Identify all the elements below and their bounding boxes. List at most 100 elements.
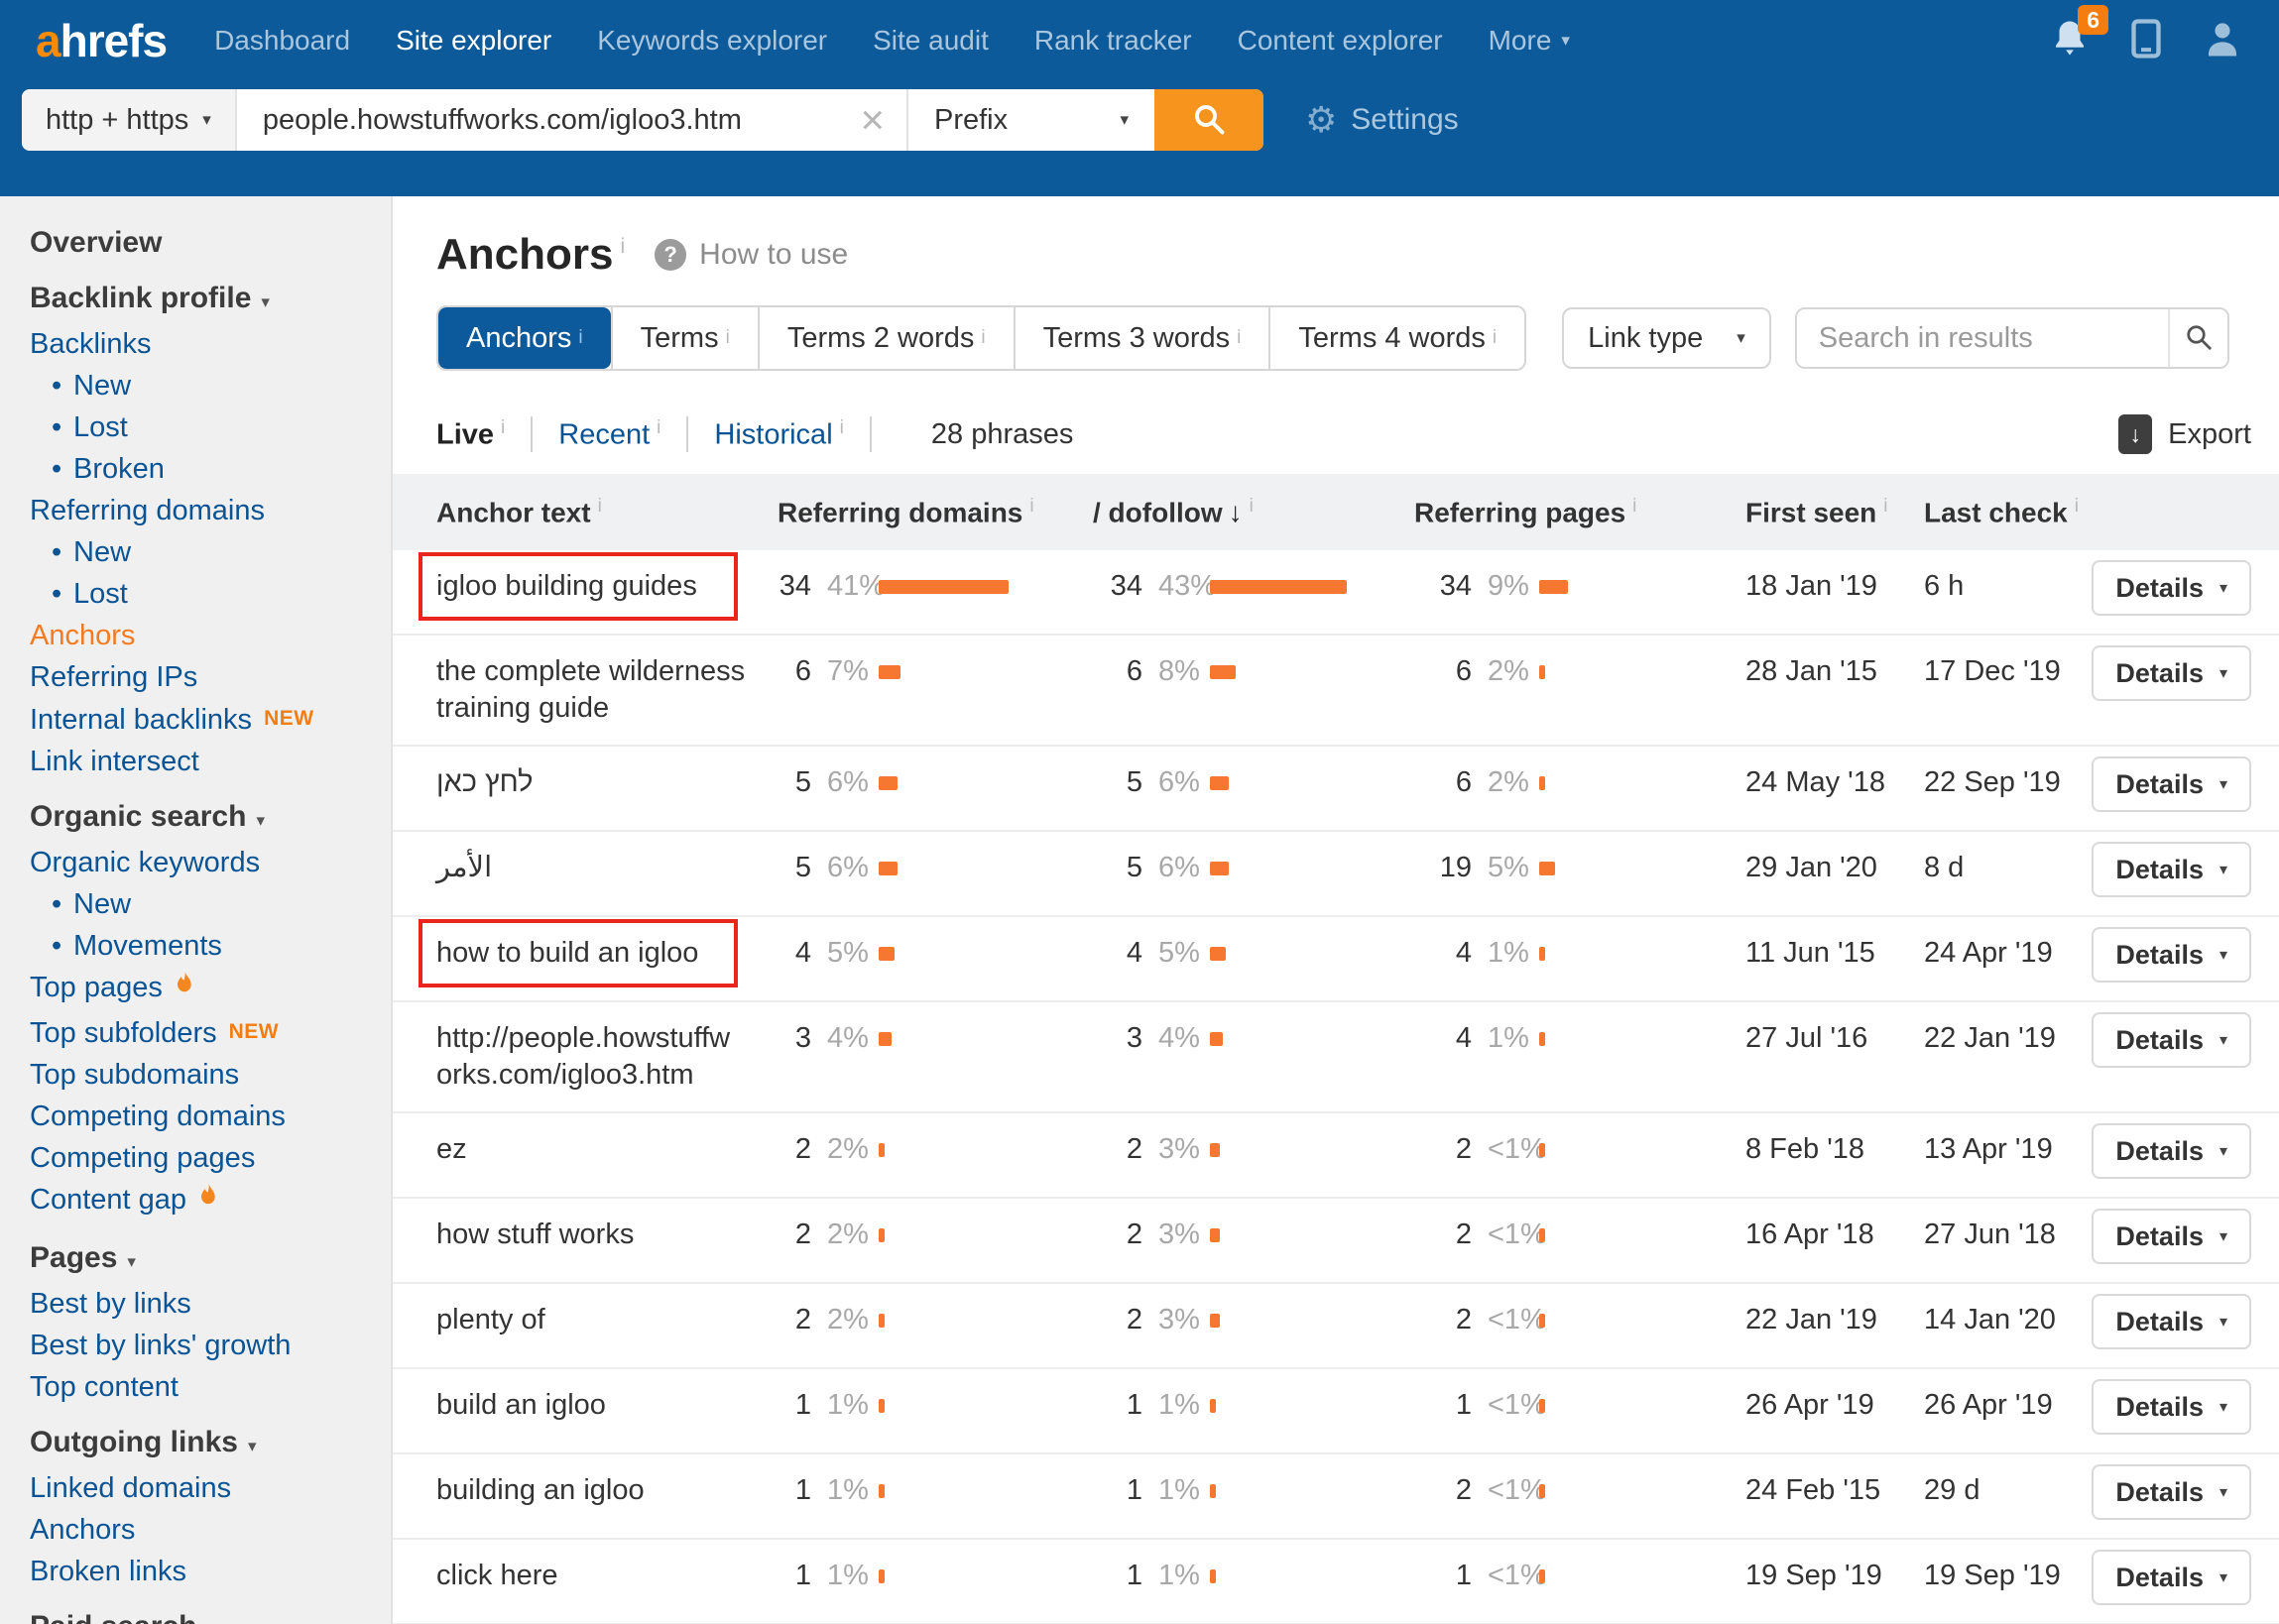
referring-pages-bar <box>1539 1399 1545 1414</box>
protocol-mode-dropdown[interactable]: http + https ▾ <box>22 89 237 151</box>
details-button[interactable]: Details ▾ <box>2092 1379 2251 1436</box>
sidebar-item-competing-pages[interactable]: Competing pages <box>30 1137 391 1179</box>
anchor-text-cell[interactable]: build an igloo <box>436 1387 764 1424</box>
sidebar-item-organic-keywords[interactable]: Organic keywords <box>30 842 391 883</box>
details-label: Details <box>2115 768 2204 799</box>
details-button[interactable]: Details ▾ <box>2092 927 2251 984</box>
how-to-use-link[interactable]: ? How to use <box>655 238 848 272</box>
search-in-results-input[interactable] <box>1796 309 2168 367</box>
sidebar-item-content-gap[interactable]: Content gap <box>30 1179 391 1223</box>
sidebar-item-top-subdomains[interactable]: Top subdomains <box>30 1054 391 1096</box>
sidebar-item-new[interactable]: New <box>30 883 391 925</box>
anchor-text-cell[interactable]: igloo building guides <box>419 552 764 622</box>
ahrefs-logo[interactable]: ahrefs <box>36 14 168 67</box>
sidebar-item-anchors[interactable]: Anchors <box>30 615 391 656</box>
sidebar-item-competing-domains[interactable]: Competing domains <box>30 1096 391 1137</box>
sidebar-item-overview[interactable]: Overview <box>30 222 391 264</box>
tab-terms-3-words[interactable]: Terms 3 words i <box>1013 307 1269 369</box>
scope-dropdown[interactable]: Prefix ▾ <box>906 89 1154 151</box>
sidebar-item-top-pages[interactable]: Top pages <box>30 967 391 1011</box>
nav-item-rank-tracker[interactable]: Rank tracker <box>1034 25 1192 57</box>
tab-terms-4-words[interactable]: Terms 4 words i <box>1268 307 1524 369</box>
anchor-text-cell[interactable]: building an igloo <box>436 1472 764 1509</box>
details-button[interactable]: Details ▾ <box>2092 1294 2251 1350</box>
sidebar-item-best-by-links-growth[interactable]: Best by links' growth <box>30 1325 391 1366</box>
referring-domains-count: 2 <box>794 1133 811 1166</box>
search-button[interactable] <box>1154 89 1263 151</box>
clear-icon[interactable]: × <box>838 99 906 141</box>
view-live[interactable]: Live i <box>436 417 505 452</box>
nav-item-site-audit[interactable]: Site audit <box>873 25 989 57</box>
details-button[interactable]: Details ▾ <box>2092 1123 2251 1180</box>
sidebar-item-referring-ips[interactable]: Referring IPs <box>30 656 391 698</box>
sidebar-item-linked-domains[interactable]: Linked domains <box>30 1467 391 1509</box>
referring-domains-percent: 4% <box>827 1022 869 1055</box>
device-button[interactable] <box>2126 16 2166 66</box>
results-search-button[interactable] <box>2167 309 2227 367</box>
sidebar-item-movements[interactable]: Movements <box>30 925 391 967</box>
column-anchor-text[interactable]: Anchor text i <box>436 496 764 528</box>
sidebar-item-broken[interactable]: Broken <box>30 448 391 490</box>
nav-item-site-explorer[interactable]: Site explorer <box>396 25 551 57</box>
sidebar-item-link-intersect[interactable]: Link intersect <box>30 741 391 782</box>
details-button[interactable]: Details ▾ <box>2092 1012 2251 1069</box>
sidebar-item-broken-links[interactable]: Broken links <box>30 1551 391 1592</box>
details-button[interactable]: Details ▾ <box>2092 1550 2251 1606</box>
view-historical[interactable]: Historical i <box>714 417 843 452</box>
sidebar-item-lost[interactable]: Lost <box>30 406 391 448</box>
column-dofollow[interactable]: / dofollow ↓ i <box>1051 496 1388 528</box>
details-button[interactable]: Details ▾ <box>2092 645 2251 702</box>
nav-item-more[interactable]: More ▾ <box>1489 25 1570 57</box>
target-url-input[interactable] <box>236 103 839 137</box>
sidebar-item-backlink-profile[interactable]: Backlink profile ▾ <box>30 278 391 323</box>
details-button[interactable]: Details ▾ <box>2092 1464 2251 1521</box>
sidebar-item-label: Broken <box>73 453 165 485</box>
sidebar-item-paid-search[interactable]: Paid search▾ <box>30 1606 391 1624</box>
page-title: Anchors i <box>436 230 626 279</box>
view-recent[interactable]: Recent i <box>558 417 660 452</box>
sidebar-item-internal-backlinks[interactable]: Internal backlinks NEW <box>30 698 391 741</box>
settings-button[interactable]: ⚙ Settings <box>1305 102 1459 138</box>
sidebar-item-label: Outgoing links <box>30 1426 238 1458</box>
tab-terms[interactable]: Terms i <box>610 307 758 369</box>
account-button[interactable] <box>2202 16 2243 66</box>
sidebar-item-outgoing-links[interactable]: Outgoing links ▾ <box>30 1422 391 1467</box>
details-button[interactable]: Details ▾ <box>2092 842 2251 898</box>
column-referring-domains[interactable]: Referring domains i <box>764 496 1051 528</box>
anchor-text-cell[interactable]: how to build an igloo <box>419 919 764 988</box>
sidebar-item-top-content[interactable]: Top content <box>30 1366 391 1408</box>
anchor-text-cell[interactable]: the complete wilderness training guide <box>436 653 764 727</box>
details-button[interactable]: Details ▾ <box>2092 560 2251 617</box>
notifications-button[interactable]: 6 <box>2049 4 2108 65</box>
details-button[interactable]: Details ▾ <box>2092 756 2251 813</box>
link-type-dropdown[interactable]: Link type ▾ <box>1562 307 1771 369</box>
anchor-text-cell[interactable]: ez <box>436 1131 764 1168</box>
anchor-text-cell[interactable]: الأمر <box>436 850 764 886</box>
tab-anchors[interactable]: Anchors i <box>438 307 611 369</box>
anchor-text-cell[interactable]: plenty of <box>436 1302 764 1338</box>
nav-item-keywords-explorer[interactable]: Keywords explorer <box>597 25 827 57</box>
nav-item-content-explorer[interactable]: Content explorer <box>1238 25 1443 57</box>
sidebar-item-best-by-links[interactable]: Best by links <box>30 1283 391 1325</box>
column-referring-pages[interactable]: Referring pages i <box>1388 496 1706 528</box>
sidebar-item-top-subfolders[interactable]: Top subfolders NEW <box>30 1011 391 1054</box>
sidebar-item-anchors[interactable]: Anchors <box>30 1509 391 1551</box>
sidebar-item-new[interactable]: New <box>30 531 391 573</box>
sidebar-item-organic-search[interactable]: Organic search ▾ <box>30 796 391 842</box>
anchor-text-cell[interactable]: http://people.howstuffworks.com/igloo3.h… <box>436 1020 764 1094</box>
column-first-seen[interactable]: First seen i <box>1706 496 1904 528</box>
sidebar-item-pages[interactable]: Pages ▾ <box>30 1237 391 1283</box>
column-last-check[interactable]: Last check i <box>1904 496 2083 528</box>
anchor-text-cell[interactable]: לחץ כאן <box>436 764 764 801</box>
nav-item-dashboard[interactable]: Dashboard <box>214 25 350 57</box>
tab-terms-2-words[interactable]: Terms 2 words i <box>757 307 1014 369</box>
details-button[interactable]: Details ▾ <box>2092 1209 2251 1265</box>
sidebar-item-lost[interactable]: Lost <box>30 573 391 615</box>
anchor-text-cell[interactable]: how stuff works <box>436 1217 764 1253</box>
anchor-text-cell[interactable]: click here <box>436 1558 764 1594</box>
sidebar-item-new[interactable]: New <box>30 365 391 406</box>
sidebar-item-referring-domains[interactable]: Referring domains <box>30 490 391 531</box>
chevron-down-icon: ▾ <box>1120 110 1129 129</box>
export-button[interactable]: ↓ Export <box>2118 414 2251 454</box>
sidebar-item-backlinks[interactable]: Backlinks <box>30 323 391 365</box>
